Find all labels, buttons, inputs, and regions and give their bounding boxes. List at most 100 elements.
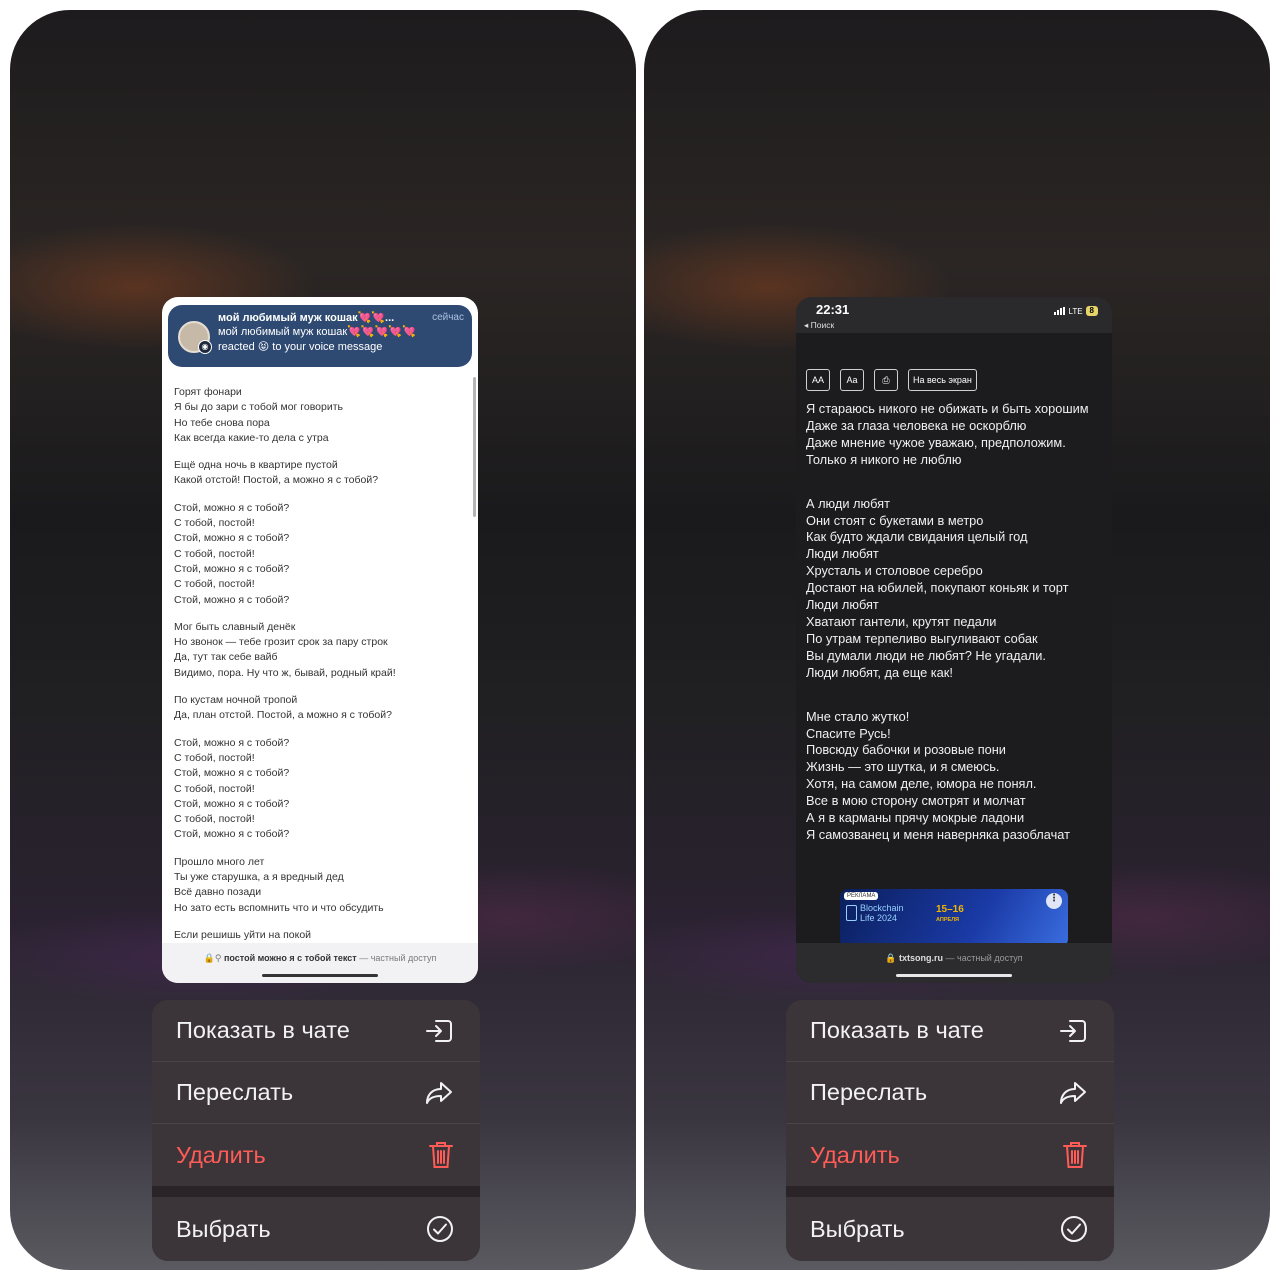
forward-button[interactable]: Переслать	[152, 1062, 480, 1124]
lyrics-line: Они стоят с букетами в метро	[806, 512, 984, 528]
message-preview-card[interactable]: 22:31 ◂ Поиск LTE 8 AA Aa ⎙ На весь экра…	[796, 297, 1112, 983]
address-suffix: — частный доступ	[943, 953, 1023, 963]
lyrics-line: Жизнь — это шутка, и я смеюсь.	[806, 759, 1000, 775]
lyrics-line: Ещё одна ночь в квартире пустой	[174, 459, 338, 472]
lyrics-line: Видимо, пора. Ну что ж, бывай, родный кр…	[174, 666, 396, 679]
delete-button[interactable]: Удалить	[786, 1124, 1114, 1186]
notification-sender: мой любимый муж кошак💘💘💘💘💘	[218, 326, 416, 338]
search-icon: ⚲	[214, 953, 222, 963]
lyrics-line: Но тебе снова пора	[174, 416, 270, 429]
show-in-chat-label: Показать в чате	[176, 1017, 350, 1043]
lyrics-line: Хотя, на самом деле, юмора не понял.	[806, 776, 1037, 792]
ad-tag: РЕКЛАМА	[844, 892, 879, 900]
lyrics-stanza: Я стараюсь никого не обижать и быть хоро…	[806, 401, 1106, 469]
lyrics-stanza: Стой, можно я с тобой? С тобой, постой! Ст…	[174, 736, 464, 843]
show-in-chat-icon	[426, 1019, 452, 1042]
lyrics-line: С тобой, постой!	[174, 813, 255, 826]
address-suffix: — частный доступ	[356, 953, 437, 963]
lyrics-line: Достают на юбилей, покупают коньяк и тор…	[806, 580, 1069, 596]
lyrics-line: Да, план отстой. Постой, а можно я с тоб…	[174, 709, 392, 722]
address-domain: txtsong.ru	[899, 953, 944, 963]
select-label: Выбрать	[176, 1215, 271, 1242]
lyrics-line: Если решишь уйти на покой	[174, 928, 312, 941]
blockchain-logo-icon	[846, 905, 857, 921]
lyrics-line: Как всегда какие-то дела с утра	[174, 431, 329, 444]
home-indicator	[262, 974, 378, 977]
lyrics-stanza: По кустам ночной тропой Да, план отстой. …	[174, 693, 464, 724]
lyrics-line: Люди любят	[806, 546, 879, 562]
lock-icon: 🔒	[885, 953, 897, 963]
ad-dates: 15–16	[936, 904, 964, 915]
show-in-chat-button[interactable]: Показать в чате	[786, 1000, 1114, 1062]
more-options-icon[interactable]: ⋮	[1046, 893, 1062, 909]
lyrics-line: Я бы до зари с тобой мог говорить	[174, 401, 343, 414]
font-larger-button[interactable]: Aa	[840, 369, 864, 391]
text-toolbar: AA Aa ⎙ На весь экран	[806, 369, 977, 391]
lyrics-line: Горят фонари	[174, 386, 242, 398]
advertisement-banner[interactable]: РЕКЛАМА Blockchain Life 2024 15–16 АПРЕЛЯ…	[840, 889, 1068, 947]
show-in-chat-icon	[1060, 1019, 1086, 1042]
lyrics-line: Повсюду бабочки и розовые пони	[806, 742, 1006, 758]
select-button[interactable]: Выбрать	[152, 1197, 480, 1261]
lyrics-line: Да, тут так себе вайб	[174, 651, 278, 664]
menu-separator	[152, 1186, 480, 1197]
print-button[interactable]: ⎙	[874, 369, 898, 391]
back-to-search-link[interactable]: ◂ Поиск	[804, 320, 834, 331]
lyrics-stanza: А люди любят Они стоят с букетами в метро…	[806, 496, 1106, 682]
notification-banner[interactable]: ◉ мой любимый муж кошак💘💘... сейчас мой …	[168, 305, 472, 367]
delete-label: Удалить	[176, 1141, 266, 1168]
status-bar: 22:31 ◂ Поиск LTE 8	[796, 297, 1112, 333]
lock-icon: 🔒	[203, 953, 215, 963]
notification-time: сейчас	[432, 312, 464, 323]
show-in-chat-button[interactable]: Показать в чате	[152, 1000, 480, 1062]
lyrics-stanza: Горят фонари Я бы до зари с тобой мог гов…	[174, 385, 464, 446]
lyrics-stanza: Мне стало жутко! Спасите Русь! Повсюду баб…	[806, 709, 1106, 844]
lyrics-line: С тобой, постой!	[174, 517, 255, 530]
lyrics-line: Как будто ждали свидания целый год	[806, 529, 1028, 545]
network-type: LTE	[1068, 306, 1083, 316]
message-preview-card[interactable]: ◉ мой любимый муж кошак💘💘... сейчас мой …	[162, 297, 478, 983]
lyrics-line: С тобой, постой!	[174, 547, 255, 560]
lyrics-line: Все в мою сторону смотрят и молчат	[806, 793, 1026, 809]
lyrics-line: Мне стало жутко!	[806, 708, 910, 724]
ad-brand-line1: Blockchain	[860, 903, 904, 913]
delete-button[interactable]: Удалить	[152, 1124, 480, 1186]
scrollbar[interactable]	[473, 377, 476, 517]
select-button[interactable]: Выбрать	[786, 1197, 1114, 1261]
menu-separator	[786, 1186, 1114, 1197]
lyrics-line: С тобой, постой!	[174, 782, 255, 795]
forward-arrow-icon	[1060, 1081, 1086, 1104]
lyrics-line: Стой, можно я с тобой?	[174, 532, 290, 545]
lyrics-line: Стой, можно я с тобой?	[174, 593, 290, 606]
camera-badge-icon: ◉	[198, 340, 212, 354]
show-in-chat-label: Показать в чате	[810, 1017, 984, 1043]
printer-icon: ⎙	[882, 374, 890, 385]
address-query: постой можно я с тобой текст	[223, 953, 357, 963]
forward-label: Переслать	[810, 1079, 928, 1105]
forward-button[interactable]: Переслать	[786, 1062, 1114, 1124]
lyrics-line: Только я никого не люблю	[806, 451, 962, 467]
forward-label: Переслать	[176, 1079, 294, 1105]
forward-arrow-icon	[426, 1081, 452, 1104]
address-bar[interactable]: 🔒⚲ постой можно я с тобой текст — частны…	[162, 943, 478, 983]
fullscreen-button[interactable]: На весь экран	[908, 369, 977, 391]
lyrics-line: А люди любят	[806, 495, 890, 511]
context-menu: Показать в чате Переслать Удалить Выбрат…	[152, 1000, 480, 1261]
address-bar[interactable]: 🔒 txtsong.ru — частный доступ	[796, 943, 1112, 983]
lyrics-line: Стой, можно я с тобой?	[174, 797, 290, 810]
lyrics-line: Стой, можно я с тобой?	[174, 828, 290, 841]
lyrics-line: Мог быть славный денёк	[174, 620, 296, 633]
delete-label: Удалить	[810, 1141, 900, 1168]
lyrics-line: Спасите Русь!	[806, 725, 891, 741]
lyrics-line: С тобой, постой!	[174, 751, 255, 764]
trash-icon	[1063, 1142, 1087, 1168]
lyrics-line: Стой, можно я с тобой?	[174, 767, 290, 780]
font-smaller-button[interactable]: AA	[806, 369, 830, 391]
lyrics-line: Всё давно позади	[174, 886, 262, 899]
lyrics-line: Какой отстой! Постой, а можно я с тобой?	[174, 474, 379, 487]
notification-body: reacted 😝 to your voice message	[218, 341, 383, 353]
lyrics-line: Я стараюсь никого не обижать и быть хоро…	[806, 401, 1089, 416]
screenshot-panel-right: 22:31 ◂ Поиск LTE 8 AA Aa ⎙ На весь экра…	[644, 10, 1270, 1270]
lyrics-line: Прошло много лет	[174, 855, 265, 868]
battery-icon: 8	[1085, 306, 1098, 316]
